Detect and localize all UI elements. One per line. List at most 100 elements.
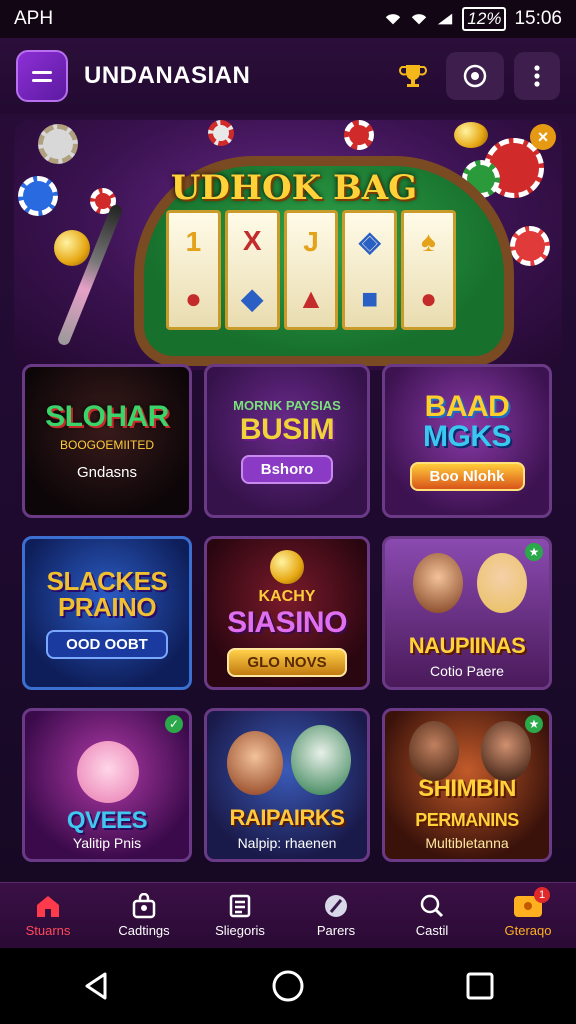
character-avatar — [291, 725, 351, 795]
game-title-line2: PRAINO — [57, 591, 157, 622]
more-vertical-icon — [534, 65, 540, 87]
home-button[interactable] — [258, 956, 318, 1016]
game-title: SLOHAR — [45, 399, 169, 433]
play-button[interactable]: OOD OOBT — [46, 629, 168, 659]
banner-title: UDHOK BAG — [170, 168, 418, 208]
cue-stick-decoration — [56, 203, 124, 347]
wifi-icon — [386, 14, 401, 25]
character-avatar — [227, 731, 283, 795]
favorite-icon[interactable]: ★ — [525, 715, 543, 733]
home-circle-icon — [272, 970, 304, 1002]
game-title: SIASINO — [227, 605, 347, 639]
character-avatar — [409, 721, 459, 781]
trophy-icon[interactable] — [390, 53, 436, 99]
trophy-icon-graphic — [399, 65, 427, 87]
character-avatar — [77, 741, 139, 803]
slot-reel: ♠ ● — [401, 210, 456, 330]
battery-indicator: 12% — [462, 7, 507, 31]
game-tile[interactable]: KACHY SIASINO GLO NOVS — [204, 536, 370, 690]
game-tile[interactable]: SLOHAR BOOGOEMIITED Gndasns — [22, 364, 192, 518]
nav-item-gteraqo[interactable]: 1 Gteraqo — [480, 883, 576, 948]
slot-reel: X ◆ — [224, 210, 280, 330]
game-subtitle: BOOGOEMIITED — [59, 437, 154, 452]
coin-decoration — [454, 122, 488, 148]
game-tile[interactable]: BAAD MGKS Boo Nlohk — [382, 364, 552, 518]
game-title: BAAD — [424, 389, 510, 423]
menu-icon-bar — [32, 78, 52, 82]
game-tagline: KACHY — [258, 587, 316, 605]
signal-icon — [438, 13, 453, 25]
menu-icon-bar — [32, 70, 52, 74]
character-avatar — [413, 553, 463, 613]
app-header: UNDANASIAN — [0, 38, 576, 114]
game-caption: Gndasns — [76, 463, 138, 481]
list-icon — [229, 894, 251, 918]
poker-chip-decoration — [344, 120, 374, 150]
home-icon — [37, 896, 59, 917]
poker-chip-decoration — [18, 176, 58, 216]
favorite-icon[interactable]: ✓ — [165, 715, 183, 733]
game-caption: Cotio Paere — [430, 663, 504, 679]
slot-reel: ◈ ■ — [342, 210, 398, 330]
feather-icon — [325, 895, 347, 917]
app-screen: APH 12% 15:06 UNDANASIAN UDHOK BAG 1 ● X… — [0, 0, 576, 1024]
recents-button[interactable] — [450, 956, 510, 1016]
favorite-icon[interactable]: ★ — [525, 543, 543, 561]
wifi-icon — [412, 14, 427, 25]
game-tile[interactable]: MORNK PAYSIAS BUSIM Bshoro — [204, 364, 370, 518]
back-icon — [85, 972, 107, 1000]
more-options-button[interactable] — [514, 52, 560, 100]
nav-label: Gteraqo — [504, 923, 552, 938]
play-button[interactable]: Boo Nlohk — [409, 461, 525, 491]
promo-banner[interactable]: UDHOK BAG 1 ● X ◆ J ▲ ◈ ■ ♠ ● × — [14, 120, 562, 370]
recents-icon — [466, 972, 494, 1000]
character-avatar — [477, 553, 527, 613]
nav-item-parers[interactable]: Parers — [288, 883, 384, 948]
bag-icon — [132, 893, 156, 919]
close-icon[interactable]: × — [530, 124, 556, 150]
slot-reel: 1 ● — [166, 210, 221, 330]
nav-item-sliegoris[interactable]: Sliegoris — [192, 883, 288, 948]
bottom-nav: Stuarns Cadtings Sliegoris Parers Castil… — [0, 882, 576, 948]
play-button[interactable]: GLO NOVS — [227, 647, 347, 677]
coin-decoration — [54, 230, 90, 266]
game-title: BUSIM — [239, 413, 335, 446]
nav-label: Sliegoris — [215, 923, 265, 938]
game-title: PERMANINS — [415, 810, 519, 830]
poker-chip-decoration — [510, 226, 550, 266]
play-button[interactable]: Bshoro — [240, 455, 334, 484]
slot-reel: J ▲ — [283, 210, 339, 330]
nav-label: Stuarns — [25, 923, 71, 938]
camera-icon — [463, 64, 487, 88]
status-icons: 12% 15:06 — [384, 7, 562, 31]
game-tile[interactable]: ★ SHIMBIN PERMANINS Multibletanna — [382, 708, 552, 862]
nav-item-stuarns[interactable]: Stuarns — [0, 883, 96, 948]
camera-button[interactable] — [446, 52, 504, 100]
game-title: NAUPIINAS — [408, 633, 526, 658]
gem-decoration — [270, 549, 304, 584]
game-title: QVEES — [66, 807, 148, 834]
back-button[interactable] — [66, 956, 126, 1016]
character-avatar — [481, 721, 531, 781]
game-tile[interactable]: ★ NAUPIINAS Cotio Paere — [382, 536, 552, 690]
status-bar: APH 12% 15:06 — [0, 0, 576, 38]
nav-item-cadtings[interactable]: Cadtings — [96, 883, 192, 948]
system-nav-bar — [0, 948, 576, 1024]
game-tagline: MORNK PAYSIAS — [233, 398, 341, 413]
game-title-line2: MGKS — [423, 419, 512, 453]
nav-label: Castil — [415, 923, 449, 938]
notification-badge: 1 — [534, 887, 550, 903]
app-title: UNDANASIAN — [84, 62, 251, 89]
game-caption: Yalitip Pnis — [72, 835, 142, 851]
poker-chip-decoration — [38, 124, 78, 164]
game-tile[interactable]: ✓ QVEES Yalitip Pnis — [22, 708, 192, 862]
search-icon — [420, 894, 444, 918]
menu-button[interactable] — [16, 50, 68, 102]
nav-item-castil[interactable]: Castil — [384, 883, 480, 948]
status-time: 15:06 — [514, 8, 562, 29]
game-grid: SLOHAR BOOGOEMIITED Gndasns MORNK PAYSIA… — [22, 364, 554, 862]
game-tile[interactable]: RAIPAIRKS Nalpip: rhaenen — [204, 708, 370, 862]
slot-reels: 1 ● X ◆ J ▲ ◈ ■ ♠ ● — [166, 210, 456, 330]
game-tile[interactable]: SLACKES PRAINO OOD OOBT — [22, 536, 192, 690]
poker-chip-decoration — [208, 120, 234, 146]
